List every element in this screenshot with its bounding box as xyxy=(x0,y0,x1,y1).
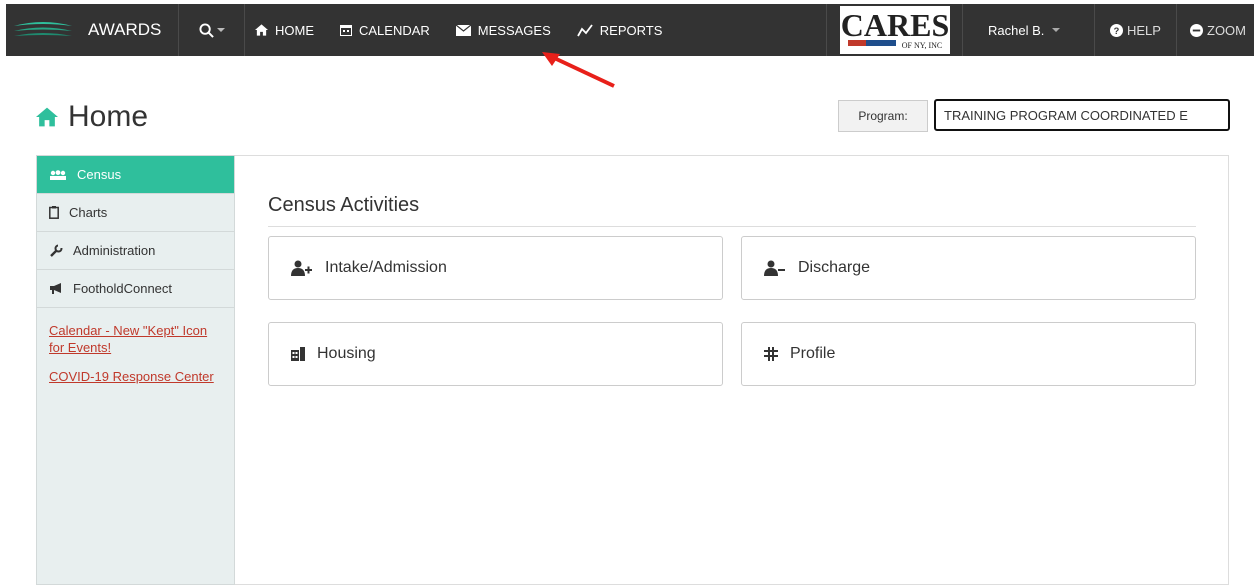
page-title-text: Home xyxy=(68,100,149,133)
program-select[interactable]: TRAINING PROGRAM COORDINATED E xyxy=(934,99,1230,131)
sidebar-links: Calendar - New "Kept" Icon for Events! C… xyxy=(37,308,234,385)
users-icon xyxy=(50,169,66,180)
search-button[interactable] xyxy=(179,4,245,56)
sidebar-item-charts[interactable]: Charts xyxy=(37,194,234,232)
tile-label: Intake/Admission xyxy=(325,259,447,276)
tile-housing[interactable]: Housing xyxy=(268,322,723,386)
nav-calendar-label: CALENDAR xyxy=(359,22,430,38)
covid-response-link[interactable]: COVID-19 Response Center xyxy=(49,368,219,385)
user-minus-icon xyxy=(764,260,785,276)
sidebar-item-census[interactable]: Census xyxy=(37,156,234,194)
building-icon xyxy=(291,347,305,361)
top-navbar: AWARDS HOME CALENDAR MESSAGES REPORTS CA… xyxy=(6,4,1254,56)
annotation-arrow-icon xyxy=(542,52,615,88)
tile-label: Profile xyxy=(790,345,836,362)
nav-calendar[interactable]: CALENDAR xyxy=(340,4,430,56)
envelope-icon xyxy=(455,24,471,36)
nav-divider xyxy=(1094,4,1095,56)
user-name: Rachel B. xyxy=(988,22,1045,38)
question-circle-icon: ? xyxy=(1110,23,1123,37)
nav-messages-label: MESSAGES xyxy=(477,22,551,38)
cares-logo-text: CARES xyxy=(841,7,949,43)
nav-divider xyxy=(1176,4,1177,56)
tile-label: Discharge xyxy=(798,259,871,276)
calendar-announcement-link[interactable]: Calendar - New "Kept" Icon for Events! xyxy=(49,322,219,356)
tile-intake-admission[interactable]: Intake/Admission xyxy=(268,236,723,300)
awards-logo-icon xyxy=(14,22,72,36)
sidebar-item-footholdconnect[interactable]: FootholdConnect xyxy=(37,270,234,308)
sidebar-item-label: Administration xyxy=(73,243,156,258)
brand-name: AWARDS xyxy=(88,20,162,39)
nav-divider xyxy=(826,4,827,56)
nav-home[interactable]: HOME xyxy=(255,4,314,56)
help-button[interactable]: ? HELP xyxy=(1110,4,1161,56)
home-icon xyxy=(255,24,268,36)
sidebar-item-label: Census xyxy=(77,167,122,182)
nav-home-label: HOME xyxy=(275,22,314,38)
sidebar-item-label: FootholdConnect xyxy=(73,281,173,296)
cares-logo: CARES OF NY, INC xyxy=(840,6,950,54)
profile-icon xyxy=(764,347,778,361)
page-title: Home xyxy=(36,100,148,134)
sidebar: Census Charts Administration FootholdCon… xyxy=(36,155,235,585)
main-panel: Census Activities Intake/Admission Disch… xyxy=(235,155,1229,585)
nav-reports-label: REPORTS xyxy=(599,22,663,38)
svg-text:?: ? xyxy=(1114,26,1120,36)
tile-discharge[interactable]: Discharge xyxy=(741,236,1196,300)
user-menu[interactable]: Rachel B. xyxy=(988,4,1061,56)
zoom-circle-icon xyxy=(1190,23,1203,37)
wrench-icon xyxy=(50,243,63,257)
sidebar-item-administration[interactable]: Administration xyxy=(37,232,234,270)
brand[interactable]: AWARDS xyxy=(6,4,179,56)
cares-logo-subtext: OF NY, INC xyxy=(902,41,943,50)
calendar-icon xyxy=(340,25,352,36)
tile-profile[interactable]: Profile xyxy=(741,322,1196,386)
section-divider xyxy=(268,226,1196,227)
zoom-button[interactable]: ZOOM xyxy=(1190,4,1246,56)
help-label: HELP xyxy=(1127,22,1161,38)
caret-down-icon xyxy=(1052,28,1061,32)
search-icon xyxy=(198,22,214,38)
tile-label: Housing xyxy=(317,345,376,362)
home-icon xyxy=(36,107,58,127)
nav-divider xyxy=(962,4,963,56)
clipboard-icon xyxy=(49,206,59,219)
user-plus-icon xyxy=(291,260,312,276)
program-selector: Program: TRAINING PROGRAM COORDINATED E xyxy=(838,99,1230,132)
program-label: Program: xyxy=(838,100,928,132)
megaphone-icon xyxy=(50,282,61,294)
sidebar-item-label: Charts xyxy=(69,205,108,220)
caret-down-icon xyxy=(216,28,225,32)
section-title: Census Activities xyxy=(268,194,420,216)
line-chart-icon xyxy=(576,23,593,36)
zoom-label: ZOOM xyxy=(1207,22,1246,38)
